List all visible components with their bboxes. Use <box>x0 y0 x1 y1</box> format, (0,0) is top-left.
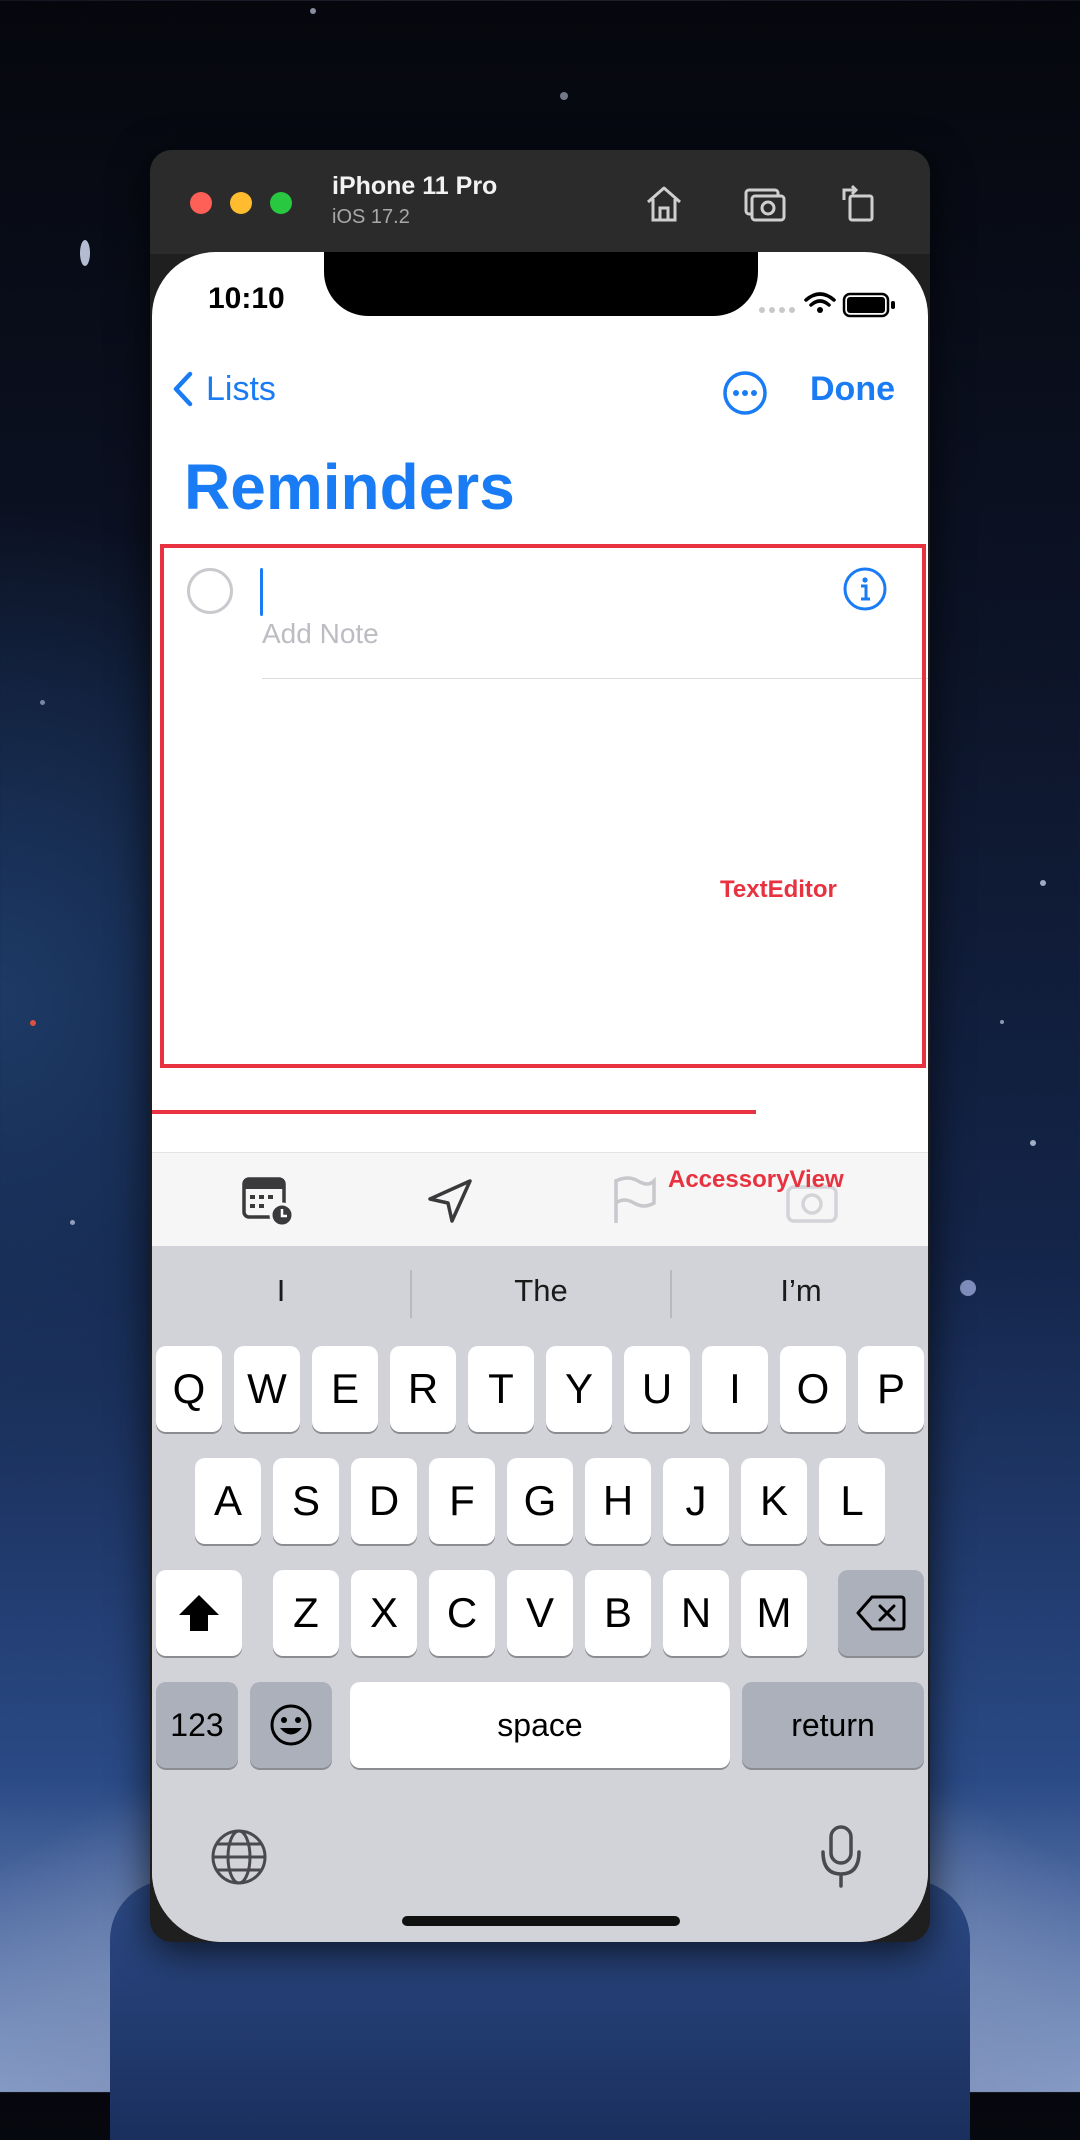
cellular-signal-icon <box>759 307 795 313</box>
accessory-view-annotation-box <box>152 1110 756 1250</box>
rotate-icon[interactable] <box>834 180 882 228</box>
key-l[interactable]: L <box>819 1458 885 1544</box>
phone-screen: 10:10 Lists Done Reminders Add Note Text… <box>152 252 928 1942</box>
key-e[interactable]: E <box>312 1346 378 1432</box>
shift-key[interactable] <box>156 1570 242 1656</box>
key-v[interactable]: V <box>507 1570 573 1656</box>
key-t[interactable]: T <box>468 1346 534 1432</box>
key-r[interactable]: R <box>390 1346 456 1432</box>
screenshot-icon[interactable] <box>740 180 788 228</box>
key-c[interactable]: C <box>429 1570 495 1656</box>
shift-arrow-icon <box>179 1595 219 1631</box>
return-key[interactable]: return <box>742 1682 924 1768</box>
suggestion-2[interactable]: The <box>412 1246 670 1336</box>
more-options-icon[interactable] <box>722 370 768 416</box>
wifi-icon <box>804 292 836 313</box>
microphone-icon[interactable] <box>818 1824 864 1890</box>
backspace-icon <box>856 1595 906 1631</box>
close-window-button[interactable] <box>190 192 212 214</box>
key-f[interactable]: F <box>429 1458 495 1544</box>
keyboard: I The I’m Q W E R T Y U I O P A S D F G … <box>152 1246 928 1942</box>
emoji-key[interactable] <box>250 1682 332 1768</box>
key-g[interactable]: G <box>507 1458 573 1544</box>
status-icons <box>759 292 895 318</box>
key-u[interactable]: U <box>624 1346 690 1432</box>
battery-icon <box>842 292 895 318</box>
key-b[interactable]: B <box>585 1570 651 1656</box>
numbers-key[interactable]: 123 <box>156 1682 238 1768</box>
emoji-face-icon <box>270 1704 312 1746</box>
minimize-window-button[interactable] <box>230 192 252 214</box>
key-j[interactable]: J <box>663 1458 729 1544</box>
key-s[interactable]: S <box>273 1458 339 1544</box>
key-q[interactable]: Q <box>156 1346 222 1432</box>
notch <box>324 252 758 316</box>
key-x[interactable]: X <box>351 1570 417 1656</box>
accessory-view-annotation-label: AccessoryView <box>668 1166 844 1193</box>
os-version: iOS 17.2 <box>332 206 410 228</box>
key-z[interactable]: Z <box>273 1570 339 1656</box>
back-label: Lists <box>206 369 276 408</box>
page-title: Reminders <box>184 451 515 523</box>
globe-icon[interactable] <box>210 1828 268 1886</box>
status-time: 10:10 <box>208 282 285 315</box>
key-y[interactable]: Y <box>546 1346 612 1432</box>
done-button[interactable]: Done <box>810 370 895 409</box>
key-k[interactable]: K <box>741 1458 807 1544</box>
key-h[interactable]: H <box>585 1458 651 1544</box>
home-indicator[interactable] <box>402 1916 680 1926</box>
simulator-title-bar: iPhone 11 Pro iOS 17.2 <box>150 150 930 254</box>
space-key[interactable]: space <box>350 1682 730 1768</box>
suggestion-1[interactable]: I <box>152 1246 410 1336</box>
key-p[interactable]: P <box>858 1346 924 1432</box>
suggestion-3[interactable]: I’m <box>672 1246 928 1336</box>
key-a[interactable]: A <box>195 1458 261 1544</box>
back-button[interactable]: Lists <box>168 368 276 410</box>
key-d[interactable]: D <box>351 1458 417 1544</box>
text-editor-annotation-box <box>160 544 926 1068</box>
device-name: iPhone 11 Pro <box>332 172 498 200</box>
chevron-left-icon <box>173 371 193 407</box>
key-w[interactable]: W <box>234 1346 300 1432</box>
delete-key[interactable] <box>838 1570 924 1656</box>
zoom-window-button[interactable] <box>270 192 292 214</box>
key-o[interactable]: O <box>780 1346 846 1432</box>
home-icon[interactable] <box>640 180 688 228</box>
key-m[interactable]: M <box>741 1570 807 1656</box>
key-i[interactable]: I <box>702 1346 768 1432</box>
key-n[interactable]: N <box>663 1570 729 1656</box>
text-editor-annotation-label: TextEditor <box>720 876 837 903</box>
